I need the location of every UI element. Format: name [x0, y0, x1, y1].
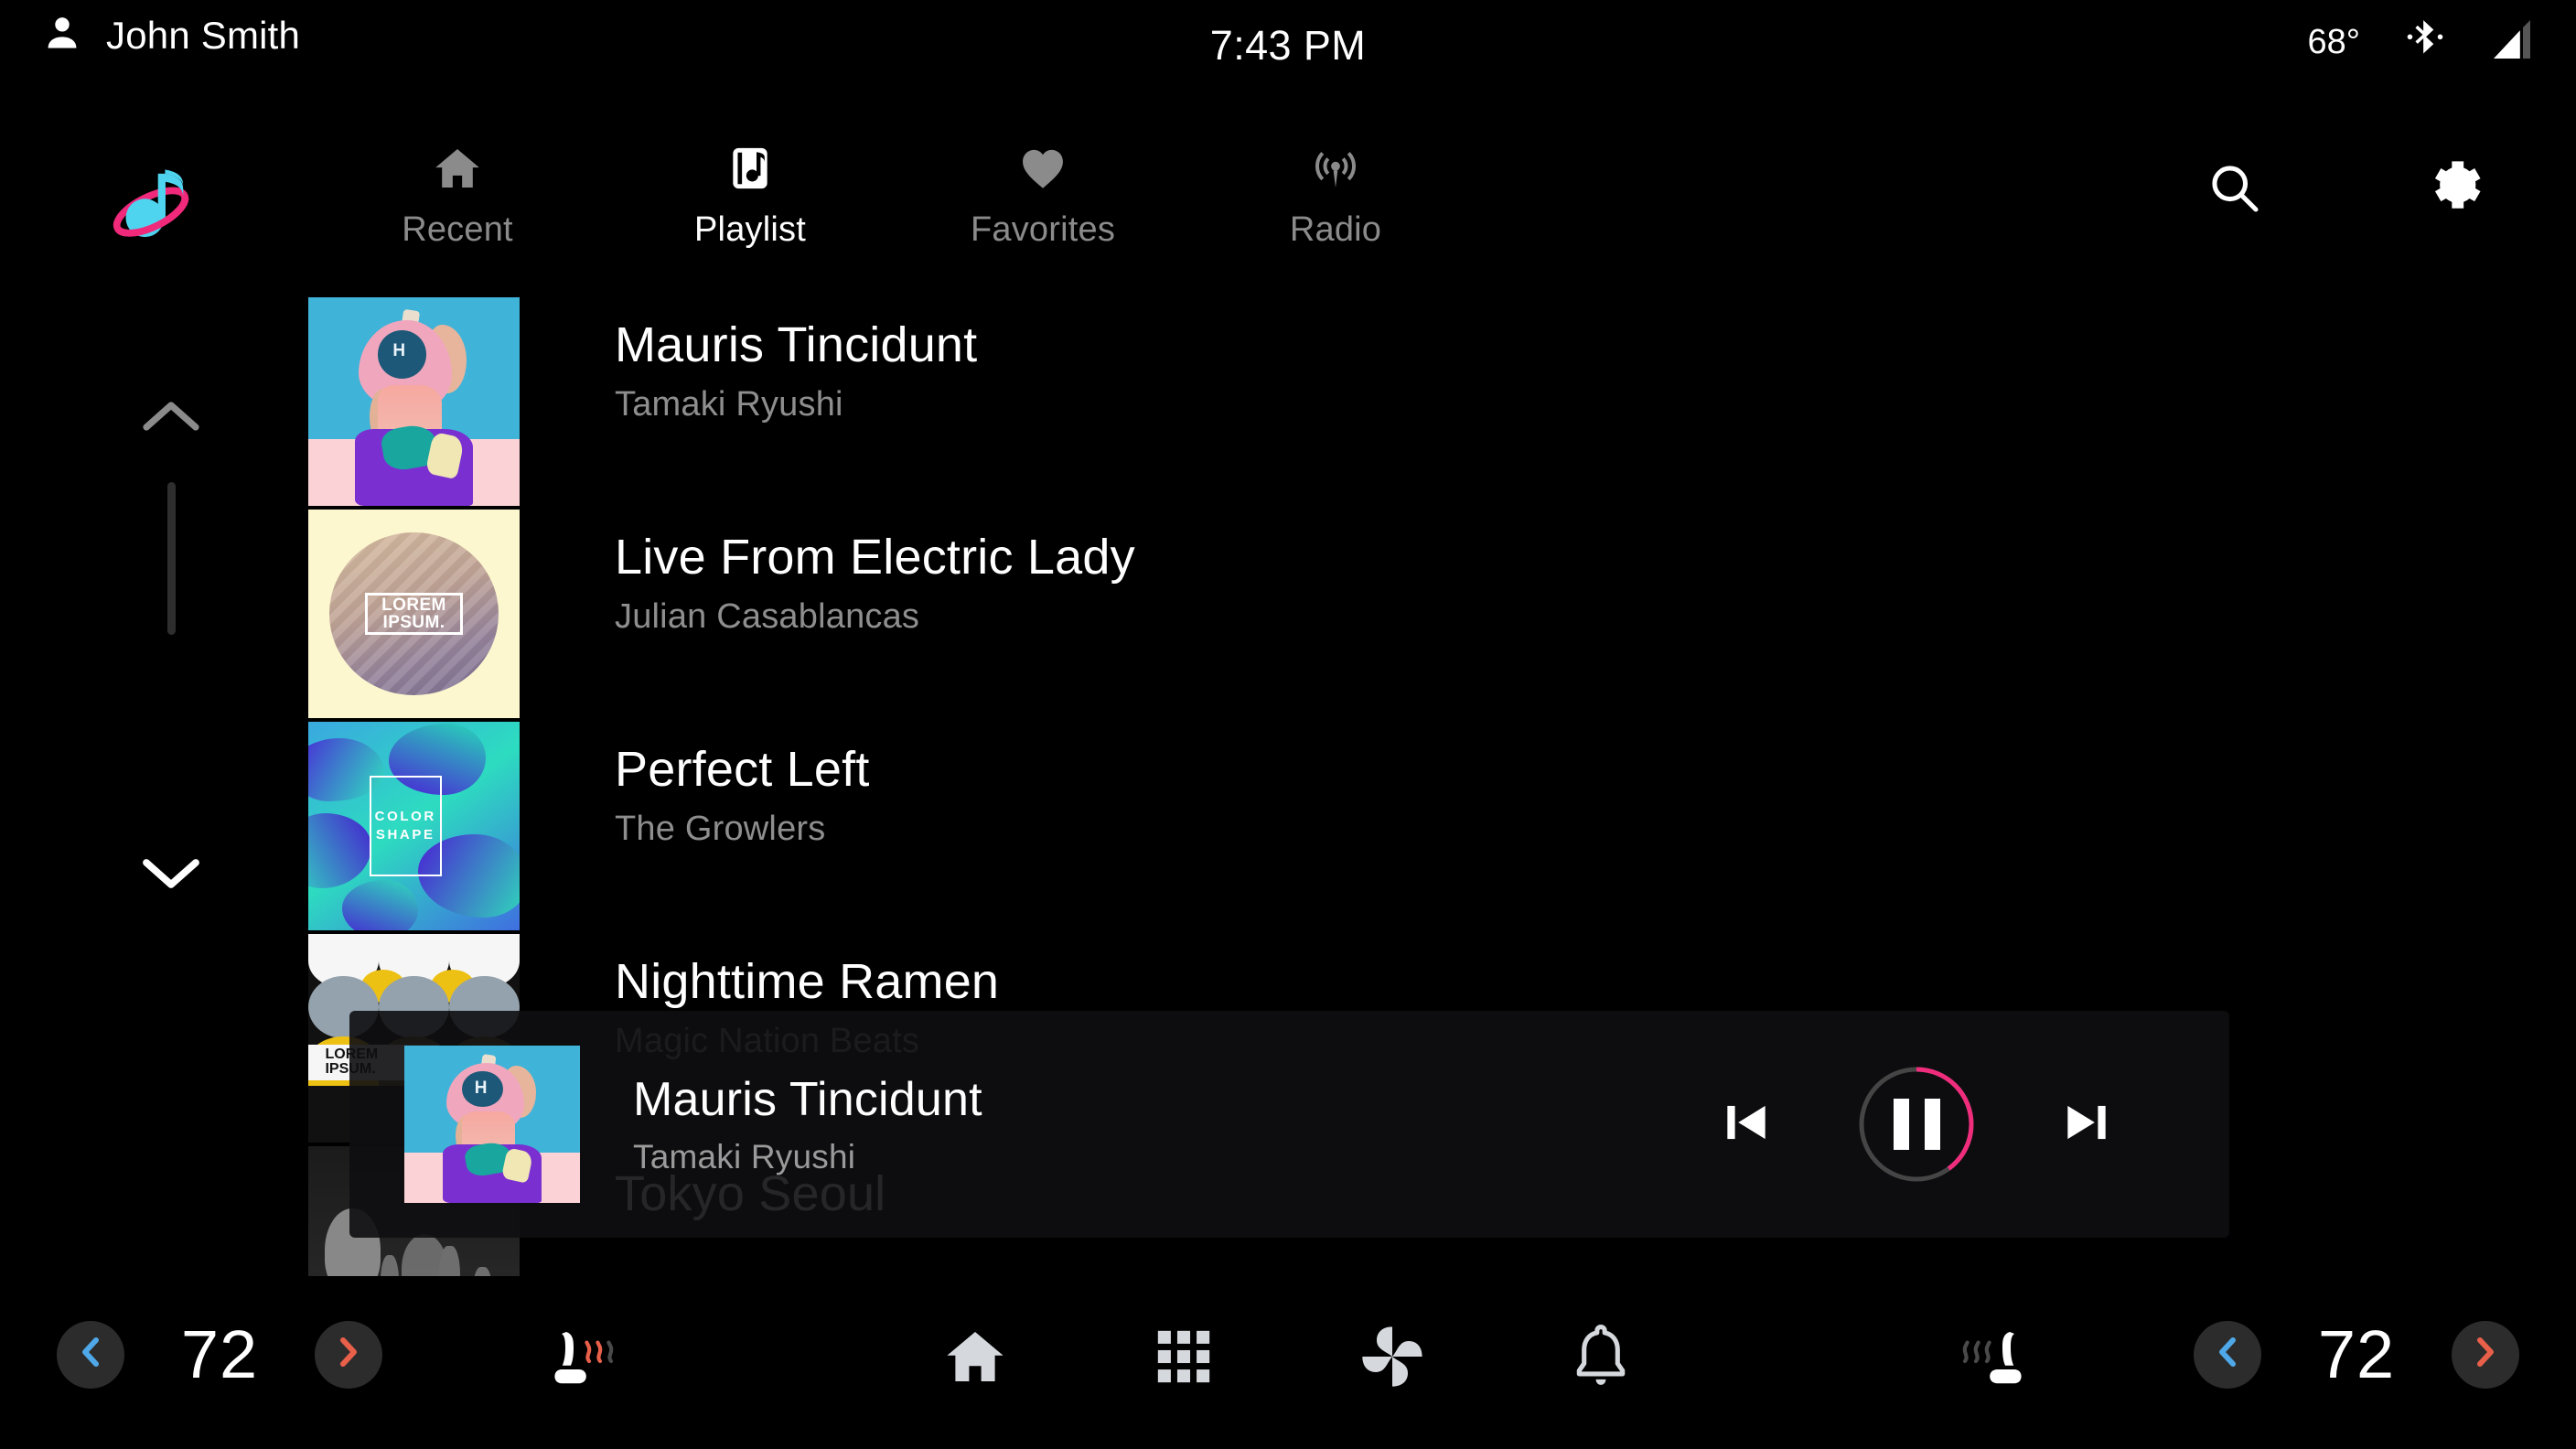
track-title: Perfect Left [615, 742, 870, 797]
system-apps-button[interactable] [1144, 1319, 1223, 1398]
tab-bar: Recent Playlist Favorites Radio [311, 119, 1482, 250]
album-art: H [308, 297, 520, 506]
status-indicators: 68° [2308, 16, 2538, 69]
tab-radio[interactable]: Radio [1189, 119, 1482, 250]
bluetooth-icon [2404, 16, 2446, 69]
track-artist: Tamaki Ryushi [615, 385, 843, 424]
chevron-down-icon[interactable] [121, 842, 221, 906]
scrollbar-thumb[interactable] [167, 482, 176, 635]
bottom-system-bar: 72 72 [0, 1275, 2576, 1449]
track-list-item[interactable]: COLOR SHAPE Perfect Left The Growlers [308, 722, 2504, 934]
heart-icon [1017, 135, 1068, 201]
passenger-temp-increase-button[interactable] [2452, 1320, 2519, 1389]
album-art-text: COLOR SHAPE [374, 809, 436, 843]
tab-recent[interactable]: Recent [311, 119, 604, 250]
playback-progress-ring [1856, 1064, 1977, 1185]
search-icon[interactable] [2205, 158, 2263, 221]
list-scrollbar[interactable] [121, 357, 221, 924]
next-track-button[interactable] [2045, 1082, 2129, 1166]
passenger-temp-value: 72 [2317, 1316, 2396, 1392]
now-playing-album-art: H [404, 1046, 580, 1203]
outside-temperature: 68° [2307, 23, 2360, 61]
music-library-icon [724, 135, 776, 201]
previous-track-button[interactable] [1704, 1082, 1788, 1166]
passenger-climate-control: 72 [2194, 1315, 2519, 1393]
track-list-item[interactable]: LOREM IPSUM. Live From Electric Lady Jul… [308, 510, 2504, 722]
track-artist: The Growlers [615, 810, 826, 849]
now-playing-title: Mauris Tincidunt [633, 1073, 982, 1126]
chevron-left-icon [2212, 1335, 2243, 1374]
apps-grid-icon [1155, 1328, 1212, 1390]
play-pause-button[interactable] [1856, 1064, 1977, 1185]
skip-previous-icon [1718, 1094, 1775, 1155]
skip-next-icon [2058, 1094, 2115, 1155]
app-navigation-bar: Recent Playlist Favorites Radio [0, 119, 2576, 274]
system-shortcut-bar [0, 1319, 2576, 1398]
tab-label: Recent [402, 210, 513, 249]
track-title: Nighttime Ramen [615, 954, 1000, 1009]
track-title: Mauris Tincidunt [615, 317, 978, 372]
tab-label: Radio [1289, 210, 1382, 249]
track-list-item[interactable]: H Mauris Tincidunt Tamaki Ryushi [308, 297, 2504, 510]
tab-playlist[interactable]: Playlist [604, 119, 896, 250]
home-icon [942, 1324, 1008, 1394]
now-playing-bar[interactable]: H Mauris Tincidunt Tamaki Ryushi [349, 1011, 2229, 1238]
tab-favorites[interactable]: Favorites [896, 119, 1189, 250]
status-bar: John Smith 7:43 PM 68° [0, 0, 2576, 71]
track-artist: Julian Casablancas [615, 597, 920, 637]
home-icon [432, 135, 483, 201]
album-art-text: LOREM IPSUM. [381, 595, 446, 632]
tab-label: Playlist [694, 210, 806, 249]
system-home-button[interactable] [936, 1319, 1014, 1398]
nav-action-buttons [2205, 156, 2488, 224]
bell-icon [1571, 1324, 1631, 1394]
fan-icon [1356, 1320, 1429, 1398]
infotainment-screen: John Smith 7:43 PM 68° Recent Playlist F… [0, 0, 2576, 1449]
system-climate-button[interactable] [1353, 1319, 1432, 1398]
radio-waves-icon [1310, 135, 1361, 201]
now-playing-artist: Tamaki Ryushi [633, 1138, 856, 1175]
passenger-heated-seat-button[interactable] [1943, 1323, 2034, 1400]
passenger-temp-decrease-button[interactable] [2194, 1320, 2261, 1389]
heated-seat-icon [1943, 1332, 2034, 1403]
track-title: Live From Electric Lady [615, 530, 1135, 585]
playback-controls [1704, 1011, 2129, 1238]
album-art: LOREM IPSUM. [308, 510, 520, 718]
album-art: COLOR SHAPE [308, 722, 520, 930]
clock: 7:43 PM [1209, 22, 1367, 69]
music-planet-logo-icon[interactable] [101, 156, 201, 256]
system-notifications-button[interactable] [1562, 1319, 1640, 1398]
tab-label: Favorites [970, 210, 1116, 249]
gear-icon[interactable] [2424, 156, 2488, 224]
chevron-up-icon[interactable] [121, 384, 221, 448]
cellular-signal-icon [2490, 18, 2538, 67]
chevron-right-icon [2470, 1335, 2501, 1374]
